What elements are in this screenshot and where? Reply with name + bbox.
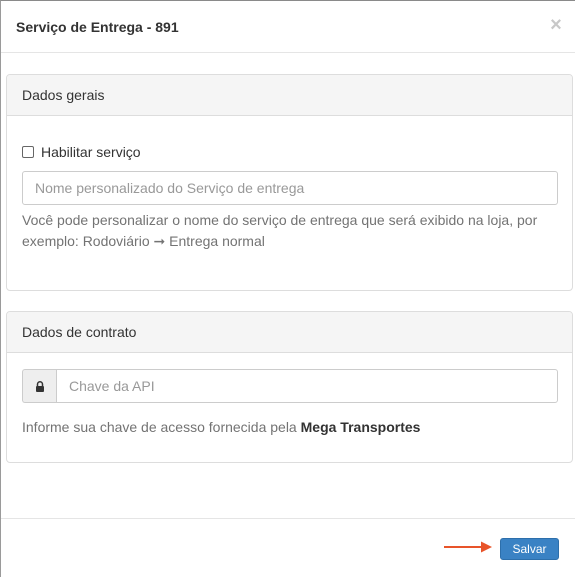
contract-data-panel: Dados de contrato Informe sua chave de a… (6, 311, 573, 463)
general-data-heading-text: Dados gerais (22, 87, 105, 103)
general-data-panel-heading: Dados gerais (7, 75, 572, 116)
custom-service-name-input[interactable] (22, 171, 558, 205)
help-text-after-arrow: Entrega normal (169, 233, 265, 249)
carrier-name: Mega Transportes (300, 419, 421, 435)
api-key-input-group (22, 369, 558, 403)
api-key-addon (22, 369, 56, 403)
lock-icon (35, 380, 44, 392)
service-name-help-text: Você pode personalizar o nome do serviço… (22, 210, 552, 252)
enable-service-label[interactable]: Habilitar serviço (41, 144, 141, 160)
save-button[interactable]: Salvar (500, 538, 559, 560)
contract-data-heading-text: Dados de contrato (22, 324, 137, 340)
api-key-input[interactable] (56, 369, 558, 403)
modal-title: Serviço de Entrega - 891 (16, 19, 179, 35)
api-key-help-text: Informe sua chave de acesso fornecida pe… (22, 417, 420, 437)
right-arrow-icon: ➞ (153, 233, 166, 249)
contract-data-panel-heading: Dados de contrato (7, 312, 572, 353)
enable-service-row: Habilitar serviço (22, 143, 141, 161)
annotation-arrow-icon (444, 541, 492, 553)
modal-dialog: Serviço de Entrega - 891 × Dados gerais … (0, 0, 575, 577)
close-button[interactable]: × (549, 15, 563, 36)
help-text-before-arrow: Você pode personalizar o nome do serviço… (22, 212, 538, 249)
enable-service-checkbox[interactable] (22, 146, 34, 158)
general-data-panel: Dados gerais Habilitar serviço Você pode… (6, 74, 573, 291)
modal-header: Serviço de Entrega - 891 × (1, 1, 575, 53)
modal-footer: Salvar (1, 518, 575, 577)
api-key-help-prefix: Informe sua chave de acesso fornecida pe… (22, 419, 297, 435)
